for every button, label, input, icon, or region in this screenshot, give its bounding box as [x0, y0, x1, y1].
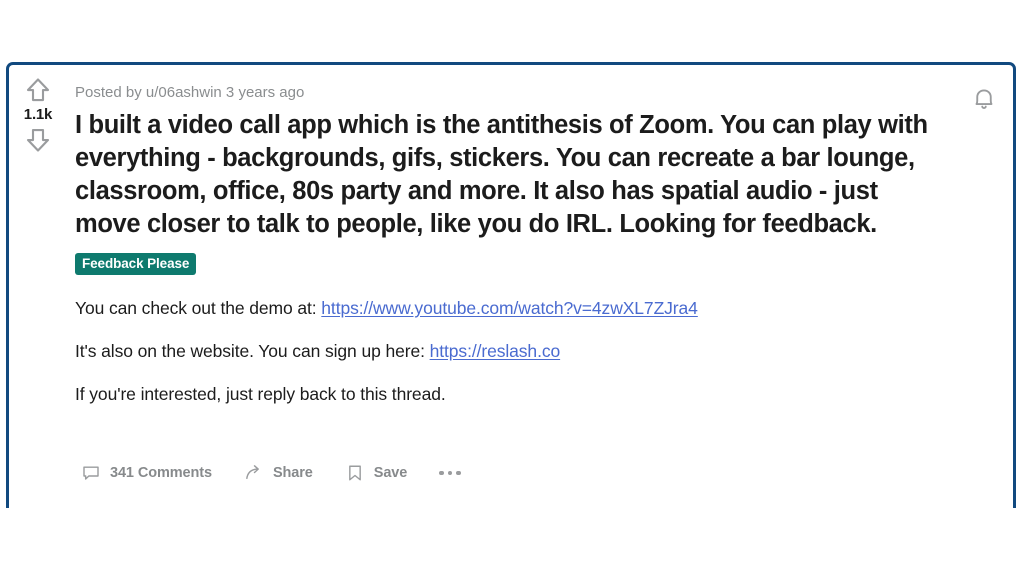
body-text-2: It's also on the website. You can sign u… — [75, 341, 430, 361]
post-meta: Posted by u/06ashwin 3 years ago — [75, 84, 305, 101]
post-body-paragraph-1: You can check out the demo at: https://w… — [75, 296, 943, 320]
post-action-bar: 341 Comments Share Save — [75, 457, 467, 489]
comments-button[interactable]: 341 Comments — [75, 457, 222, 489]
post-body-paragraph-3: If you're interested, just reply back to… — [75, 384, 446, 404]
website-signup-link[interactable]: https://reslash.co — [430, 341, 561, 361]
bell-icon[interactable] — [969, 84, 999, 114]
save-label: Save — [373, 465, 408, 481]
post-content: Posted by u/06ashwin 3 years ago I built… — [75, 83, 943, 406]
body-text-1: You can check out the demo at: — [75, 298, 322, 318]
bookmark-icon — [345, 463, 365, 483]
ellipsis-dot — [456, 470, 461, 476]
vote-column: 1.1k — [9, 75, 67, 155]
arrow-up-icon[interactable] — [23, 75, 53, 105]
ellipsis-dot — [447, 470, 453, 476]
youtube-demo-link[interactable]: https://www.youtube.com/watch?v=4zwXL7ZJ… — [321, 298, 698, 318]
comments-count-label: 341 Comments — [110, 465, 212, 481]
arrow-down-icon[interactable] — [23, 125, 53, 155]
save-button[interactable]: Save — [339, 457, 417, 489]
share-label: Share — [272, 465, 313, 481]
post-body-paragraph-2: It's also on the website. You can sign u… — [75, 339, 943, 363]
page-root: 1.1k Posted by u/06ashwin 3 years ago I … — [0, 0, 1024, 576]
ellipsis-icon[interactable] — [433, 461, 467, 486]
post-flair[interactable]: Feedback Please — [75, 253, 197, 275]
ellipsis-dot — [439, 470, 444, 476]
page-title[interactable]: I built a video call app which is the an… — [75, 109, 943, 241]
comment-icon — [81, 463, 101, 483]
vote-score: 1.1k — [23, 106, 53, 123]
post-card: 1.1k Posted by u/06ashwin 3 years ago I … — [6, 62, 1016, 508]
share-icon — [244, 463, 264, 483]
share-button[interactable]: Share — [238, 457, 323, 489]
